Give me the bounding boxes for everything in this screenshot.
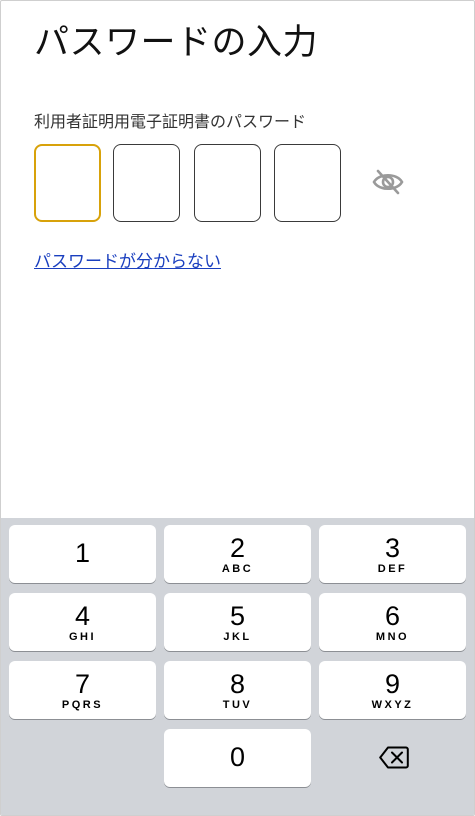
key-letters: JKL [223, 631, 252, 643]
key-letters: WXYZ [371, 699, 414, 711]
key-letters: TUV [222, 699, 253, 711]
key-3[interactable]: 3 DEF [319, 525, 466, 583]
pin-digit-1[interactable] [34, 144, 101, 222]
key-digit: 6 [384, 601, 401, 631]
key-2[interactable]: 2 ABC [164, 525, 311, 583]
key-6[interactable]: 6 MNO [319, 593, 466, 651]
key-digit: 1 [74, 538, 91, 568]
numeric-keypad: 1 2 ABC 3 DEF 4 GHI 5 JKL 6 MNO 7 PQRS 8… [1, 518, 474, 815]
key-8[interactable]: 8 TUV [164, 661, 311, 719]
key-7[interactable]: 7 PQRS [9, 661, 156, 719]
key-letters: ABC [221, 563, 254, 575]
key-digit: 2 [229, 533, 246, 563]
key-1[interactable]: 1 [9, 525, 156, 583]
key-digit: 8 [229, 669, 246, 699]
key-5[interactable]: 5 JKL [164, 593, 311, 651]
pin-digit-3[interactable] [194, 144, 261, 222]
password-field-label: 利用者証明用電子証明書のパスワード [34, 112, 307, 131]
screen: パスワードの入力 利用者証明用電子証明書のパスワード パスワードが分からない 1… [0, 0, 475, 816]
key-4[interactable]: 4 GHI [9, 593, 156, 651]
key-digit: 7 [74, 669, 91, 699]
eye-slash-icon[interactable] [371, 167, 405, 197]
key-letters: MNO [375, 631, 410, 643]
delete-key[interactable] [319, 729, 466, 787]
pin-digit-2[interactable] [113, 144, 180, 222]
forgot-password-link[interactable]: パスワードが分からない [34, 250, 221, 274]
page-title: パスワードの入力 [34, 23, 319, 63]
key-letters: PQRS [61, 699, 104, 711]
key-digit: 4 [74, 601, 91, 631]
key-digit: 9 [384, 669, 401, 699]
key-digit: 5 [229, 601, 246, 631]
key-digit: 0 [229, 742, 246, 772]
pin-digit-4[interactable] [274, 144, 341, 222]
backspace-icon [379, 746, 409, 769]
key-9[interactable]: 9 WXYZ [319, 661, 466, 719]
key-digit: 3 [384, 533, 401, 563]
key-letters: DEF [377, 563, 408, 575]
key-letters: GHI [68, 631, 97, 643]
key-0[interactable]: 0 [164, 729, 311, 787]
